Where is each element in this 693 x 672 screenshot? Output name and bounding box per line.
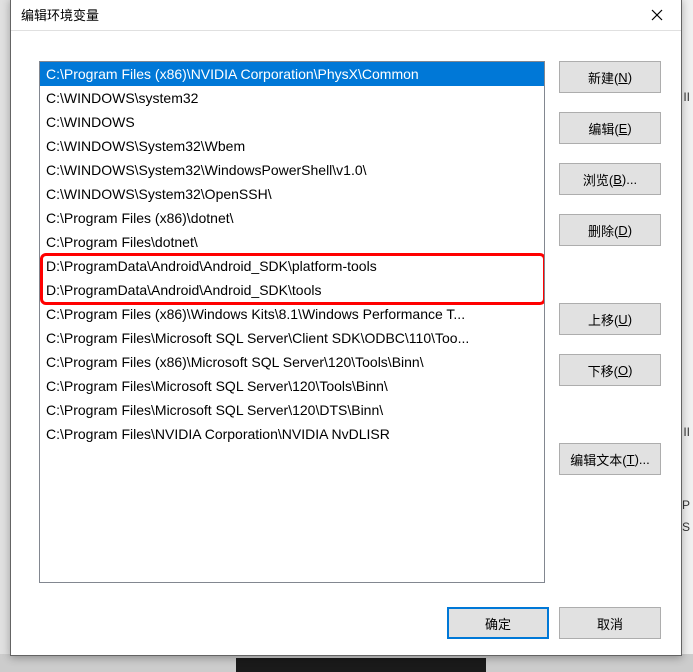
list-item[interactable]: C:\WINDOWS bbox=[40, 110, 544, 134]
list-item[interactable]: C:\Program Files (x86)\Microsoft SQL Ser… bbox=[40, 350, 544, 374]
list-item[interactable]: C:\WINDOWS\System32\WindowsPowerShell\v1… bbox=[40, 158, 544, 182]
list-item[interactable]: C:\Program Files (x86)\NVIDIA Corporatio… bbox=[40, 62, 544, 86]
ok-button[interactable]: 确定 bbox=[447, 607, 549, 639]
btn-suffix: ) bbox=[628, 223, 632, 238]
btn-suffix: ) bbox=[627, 121, 631, 136]
btn-label: 下移( bbox=[588, 361, 618, 380]
cancel-button[interactable]: 取消 bbox=[559, 607, 661, 639]
btn-suffix: )... bbox=[635, 452, 650, 467]
list-item[interactable]: C:\Program Files\NVIDIA Corporation\NVID… bbox=[40, 422, 544, 446]
btn-suffix: )... bbox=[622, 172, 637, 187]
dialog-content: C:\Program Files (x86)\NVIDIA Corporatio… bbox=[11, 31, 681, 655]
path-listbox[interactable]: C:\Program Files (x86)\NVIDIA Corporatio… bbox=[39, 61, 545, 583]
list-item[interactable]: C:\WINDOWS\System32\OpenSSH\ bbox=[40, 182, 544, 206]
movedown-button[interactable]: 下移(O) bbox=[559, 354, 661, 386]
list-item[interactable]: C:\WINDOWS\System32\Wbem bbox=[40, 134, 544, 158]
close-icon bbox=[651, 9, 663, 21]
moveup-button[interactable]: 上移(U) bbox=[559, 303, 661, 335]
btn-accel: D bbox=[618, 223, 627, 238]
btn-label: 上移( bbox=[588, 310, 618, 329]
list-item[interactable]: C:\WINDOWS\system32 bbox=[40, 86, 544, 110]
btn-accel: N bbox=[618, 70, 627, 85]
btn-accel: U bbox=[618, 312, 627, 327]
delete-button[interactable]: 删除(D) bbox=[559, 214, 661, 246]
new-button[interactable]: 新建(N) bbox=[559, 61, 661, 93]
env-var-dialog: 编辑环境变量 C:\Program Files (x86)\NVIDIA Cor… bbox=[10, 0, 682, 656]
btn-suffix: ) bbox=[628, 363, 632, 378]
edittext-button[interactable]: 编辑文本(T)... bbox=[559, 443, 661, 475]
btn-accel: E bbox=[619, 121, 628, 136]
btn-suffix: ) bbox=[628, 70, 632, 85]
btn-label: 新建( bbox=[588, 68, 618, 87]
background-panel-right: II II P S bbox=[681, 0, 693, 672]
list-item[interactable]: C:\Program Files\Microsoft SQL Server\12… bbox=[40, 374, 544, 398]
close-button[interactable] bbox=[637, 1, 677, 29]
bg-hint-4: S bbox=[682, 520, 690, 534]
bg-hint-3: P bbox=[682, 498, 690, 512]
btn-label: 删除( bbox=[588, 221, 618, 240]
list-item[interactable]: D:\ProgramData\Android\Android_SDK\tools bbox=[40, 278, 544, 302]
bottom-buttons: 确定 取消 bbox=[447, 607, 661, 639]
btn-accel: O bbox=[618, 363, 628, 378]
list-item[interactable]: C:\Program Files\Microsoft SQL Server\12… bbox=[40, 398, 544, 422]
list-item[interactable]: C:\Program Files (x86)\Windows Kits\8.1\… bbox=[40, 302, 544, 326]
button-spacer bbox=[559, 405, 661, 424]
browse-button[interactable]: 浏览(B)... bbox=[559, 163, 661, 195]
btn-suffix: ) bbox=[628, 312, 632, 327]
bg-hint-2: II bbox=[683, 425, 690, 439]
edit-button[interactable]: 编辑(E) bbox=[559, 112, 661, 144]
btn-label: 编辑( bbox=[588, 119, 618, 138]
background-dark-strip bbox=[236, 658, 486, 672]
dialog-title: 编辑环境变量 bbox=[21, 5, 99, 24]
sidebar-buttons: 新建(N) 编辑(E) 浏览(B)... 删除(D) 上移(U) 下移(O) 编… bbox=[559, 61, 661, 645]
list-item[interactable]: D:\ProgramData\Android\Android_SDK\platf… bbox=[40, 254, 544, 278]
btn-accel: B bbox=[613, 172, 622, 187]
list-item[interactable]: C:\Program Files (x86)\dotnet\ bbox=[40, 206, 544, 230]
list-item[interactable]: C:\Program Files\dotnet\ bbox=[40, 230, 544, 254]
titlebar[interactable]: 编辑环境变量 bbox=[11, 0, 681, 31]
btn-label: 浏览( bbox=[583, 170, 613, 189]
button-spacer bbox=[559, 265, 661, 284]
btn-label: 编辑文本( bbox=[570, 450, 626, 469]
btn-accel: T bbox=[627, 452, 635, 467]
list-item[interactable]: C:\Program Files\Microsoft SQL Server\Cl… bbox=[40, 326, 544, 350]
bg-hint-1: II bbox=[683, 90, 690, 104]
